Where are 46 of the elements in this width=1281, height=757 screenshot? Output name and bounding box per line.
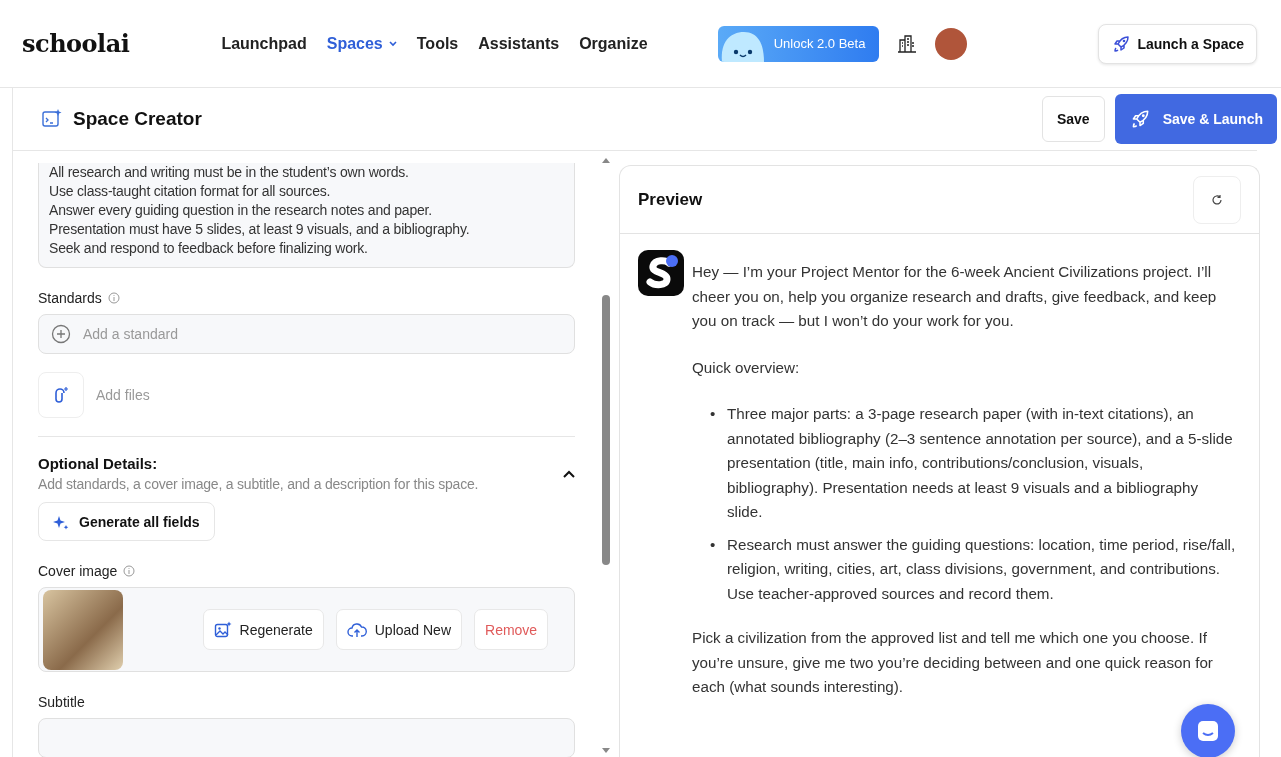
launch-space-button[interactable]: Launch a Space: [1098, 23, 1257, 64]
nav-link[interactable]: Assistants: [470, 30, 568, 57]
message-bullet: Research must answer the guiding questions: location, time period, rise/fall, religion, writing, cities, art, class divisions, government, and contributions. Use teacher-approved sources and record them.: [727, 534, 1237, 604]
message-paragraph: Pick a civilization from the approved list and tell me which one you choose. If you’re unsure, give me two you’re deciding between and one quick reason for each (what sounds interesting).: [692, 628, 1214, 697]
nav-link[interactable]: Launchpad: [213, 30, 315, 57]
field-label: Subtitle: [38, 694, 85, 711]
image-sparkle-icon: [213, 620, 232, 639]
cloud-upload-icon: [346, 621, 367, 638]
scroll-up-icon[interactable]: [602, 157, 611, 163]
page-title: Space Creator: [73, 108, 202, 130]
bot-avatar-icon: [638, 250, 684, 296]
info-icon: [123, 565, 136, 578]
user-avatar[interactable]: [935, 27, 968, 60]
scroll-down-icon[interactable]: [602, 748, 611, 754]
schoolai-logo[interactable]: schoolai: [22, 29, 130, 58]
generate-fields-button[interactable]: Generate all fields: [38, 502, 215, 542]
section-title: Optional Details:: [38, 455, 159, 473]
nav-link[interactable]: Tools: [408, 30, 467, 57]
rules-textarea[interactable]: All research and writing must be in the student’s own words. Use class-taught citation format for all sources. Answer every guiding question in the research notes and paper. Presentation must have 5 slides, at least 9 visuals, and a bibliography. Seek and respond to feedback before finalizing work.: [38, 163, 576, 269]
nav-link[interactable]: Organize: [571, 30, 656, 57]
rocket-icon: [1111, 33, 1132, 54]
bullet-marker: •: [710, 404, 717, 424]
field-label: Standards: [38, 290, 102, 307]
chat-launcher-button[interactable]: [1181, 704, 1235, 757]
attach-button[interactable]: [38, 372, 84, 419]
chat-bubble-icon: [1196, 719, 1220, 743]
remove-button[interactable]: Remove: [474, 609, 549, 651]
field-label: Cover image: [38, 563, 118, 580]
message-bullet: Three major parts: a 3-page research paper (with in-text citations), an annotated bibliography (2–3 sentence annotation per source), and a 5-slide presentation (title, main info, contributions/conclusion, visuals, bibliography). Presentation needs at least 9 visuals and a bibliography slide.: [727, 404, 1234, 522]
bullet-marker: •: [710, 534, 717, 555]
card-title: Preview: [638, 189, 704, 210]
building-icon[interactable]: [897, 33, 918, 54]
subtitle-input-field[interactable]: [38, 718, 576, 757]
regenerate-button[interactable]: Regenerate: [202, 609, 324, 651]
nav-link[interactable]: Spaces: [318, 30, 405, 57]
refresh-icon: [1211, 193, 1223, 206]
chevron-up-icon[interactable]: [563, 469, 576, 478]
save-button[interactable]: Save: [1041, 96, 1105, 142]
message-paragraph: Quick overview:: [692, 357, 801, 378]
plus-circle-icon: [51, 324, 71, 345]
message-paragraph: Hey — I’m your Project Mentor for the 6-week Ancient Civilizations project. I’ll cheer you on, help you organize research and drafts, give feedback, and keep you on track — but I won’t do your work for you.: [692, 262, 1218, 331]
info-icon: [107, 292, 120, 305]
sparkle-terminal-icon: [41, 108, 63, 130]
section-description: Add standards, a cover image, a subtitle, and a description for this space.: [38, 476, 480, 493]
save-launch-button[interactable]: Save & Launch: [1114, 94, 1277, 144]
upload-button[interactable]: Upload New: [335, 609, 462, 651]
